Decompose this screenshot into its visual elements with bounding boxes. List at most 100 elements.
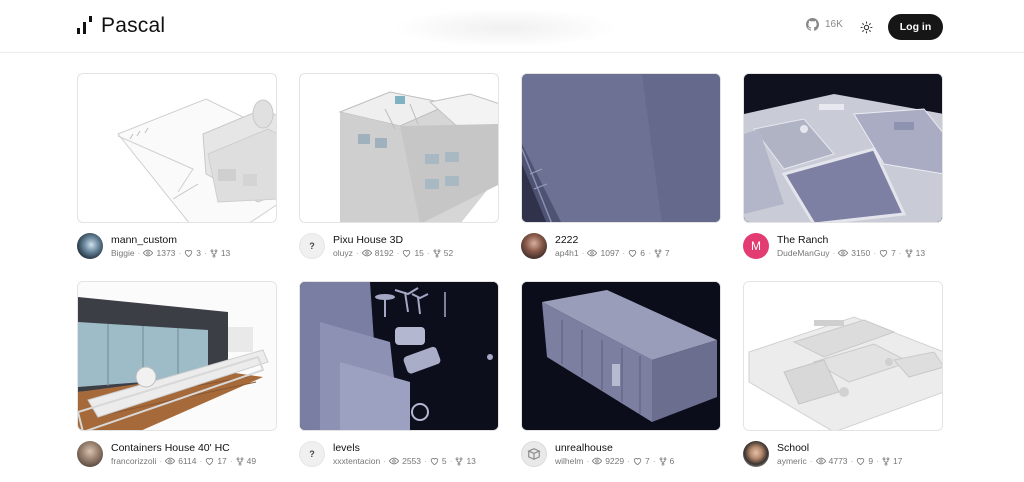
logo-mark-icon: [77, 16, 95, 36]
author-avatar[interactable]: [77, 233, 103, 259]
project-stats: oluyz · 8192 · 15 · 52: [333, 248, 454, 258]
author-name[interactable]: Biggie: [111, 248, 135, 258]
eye-icon: [592, 457, 603, 465]
project-card[interactable]: ? Pixu House 3D oluyz · 8192 · 15 · 52: [299, 73, 499, 263]
heart-icon: [633, 458, 642, 465]
author-name[interactable]: aymeric: [777, 456, 807, 466]
view-count: 8192: [374, 248, 394, 258]
fork-count: 13: [915, 248, 926, 258]
avatar-placeholder: ?: [309, 241, 315, 251]
like-count: 6: [640, 248, 645, 258]
github-icon: [806, 18, 819, 31]
author-name[interactable]: xxxtentacion: [333, 456, 380, 466]
author-name[interactable]: ap4h1: [555, 248, 579, 258]
fork-icon: [433, 248, 441, 258]
project-thumbnail[interactable]: [299, 281, 499, 431]
author-avatar[interactable]: [521, 441, 547, 467]
top-header: Pascal 16K Log in: [0, 0, 1024, 53]
like-count: 3: [196, 248, 201, 258]
fork-count: 52: [443, 248, 454, 258]
project-thumbnail[interactable]: [77, 73, 277, 223]
view-count: 1373: [156, 248, 176, 258]
project-title[interactable]: Containers House 40' HC: [111, 442, 230, 454]
eye-icon: [389, 457, 400, 465]
author-avatar[interactable]: [743, 441, 769, 467]
eye-icon: [143, 249, 154, 257]
project-title[interactable]: levels: [333, 442, 360, 454]
fork-icon: [882, 456, 890, 466]
project-title[interactable]: unrealhouse: [555, 442, 613, 454]
fork-count: 7: [664, 248, 670, 258]
project-title[interactable]: School: [777, 442, 809, 454]
author-name[interactable]: DudeManGuy: [777, 248, 829, 258]
like-count: 9: [868, 456, 874, 466]
eye-icon: [361, 249, 372, 257]
project-thumbnail[interactable]: [299, 73, 499, 223]
fork-icon: [456, 456, 463, 466]
heart-icon: [206, 458, 214, 465]
fork-icon: [654, 248, 662, 258]
project-card[interactable]: ? levels xxxtentacion · 2553 · 5 · 13: [299, 281, 499, 471]
project-stats: francorizzoli · 6114 · 17 · 49: [111, 456, 257, 466]
author-name[interactable]: wilhelm: [555, 456, 583, 466]
project-title[interactable]: 2222: [555, 234, 578, 246]
avatar-initial: M: [751, 239, 761, 253]
github-link[interactable]: 16K: [806, 18, 843, 31]
fork-count: 13: [466, 456, 476, 466]
project-stats: aymeric · 4773 · 9 · 17: [777, 456, 903, 466]
box-icon: [527, 448, 541, 460]
theme-toggle-button[interactable]: [856, 17, 876, 37]
fork-icon: [236, 456, 244, 466]
heart-icon: [879, 250, 888, 257]
fork-count: 17: [892, 456, 903, 466]
project-card[interactable]: Containers House 40' HC francorizzoli · …: [77, 281, 277, 471]
view-count: 9229: [605, 456, 625, 466]
heart-icon: [857, 458, 865, 465]
pascal-logo[interactable]: Pascal: [77, 14, 165, 38]
author-avatar[interactable]: ?: [299, 441, 325, 467]
project-stats: ap4h1 · 1097 · 6 · 7: [555, 248, 670, 258]
project-thumbnail[interactable]: [521, 281, 721, 431]
author-avatar[interactable]: M: [743, 233, 769, 259]
avatar-placeholder: ?: [309, 449, 315, 459]
project-stats: Biggie · 1373 · 3 · 13: [111, 248, 231, 258]
eye-icon: [815, 457, 826, 465]
project-card[interactable]: mann_custom Biggie · 1373 · 3 · 13: [77, 73, 277, 263]
login-button[interactable]: Log in: [888, 14, 943, 40]
project-title[interactable]: The Ranch: [777, 234, 828, 246]
like-count: 5: [441, 456, 447, 466]
fork-count: 6: [669, 456, 675, 466]
project-title[interactable]: Pixu House 3D: [333, 234, 403, 246]
fork-icon: [659, 456, 666, 466]
project-thumbnail[interactable]: [743, 281, 943, 431]
fork-count: 13: [220, 248, 231, 258]
view-count: 6114: [178, 456, 197, 466]
project-thumbnail[interactable]: [77, 281, 277, 431]
author-name[interactable]: francorizzoli: [111, 456, 156, 466]
project-card[interactable]: School aymeric · 4773 · 9 · 17: [743, 281, 943, 471]
view-count: 3150: [851, 248, 871, 258]
project-title[interactable]: mann_custom: [111, 234, 177, 246]
project-card[interactable]: M The Ranch DudeManGuy · 3150 · 7 · 13: [743, 73, 943, 263]
heart-icon: [185, 250, 193, 257]
like-count: 7: [644, 456, 650, 466]
author-name[interactable]: oluyz: [333, 248, 353, 258]
author-avatar[interactable]: [521, 233, 547, 259]
eye-icon: [838, 249, 849, 257]
author-avatar[interactable]: [77, 441, 103, 467]
author-avatar[interactable]: ?: [299, 233, 325, 259]
project-card[interactable]: unrealhouse wilhelm · 9229 · 7 · 6: [521, 281, 721, 471]
view-count: 1097: [600, 248, 620, 258]
project-stats: wilhelm · 9229 · 7 · 6: [555, 456, 675, 466]
project-stats: DudeManGuy · 3150 · 7 · 13: [777, 248, 926, 258]
project-card[interactable]: 2222 ap4h1 · 1097 · 6 · 7: [521, 73, 721, 263]
like-count: 15: [414, 248, 424, 258]
heart-icon: [403, 250, 411, 257]
heart-icon: [430, 458, 439, 465]
fork-icon: [210, 248, 218, 258]
like-count: 7: [891, 248, 896, 258]
project-thumbnail[interactable]: [521, 73, 721, 223]
logo-text: Pascal: [101, 14, 166, 37]
sun-icon: [860, 21, 872, 33]
project-thumbnail[interactable]: [743, 73, 943, 223]
